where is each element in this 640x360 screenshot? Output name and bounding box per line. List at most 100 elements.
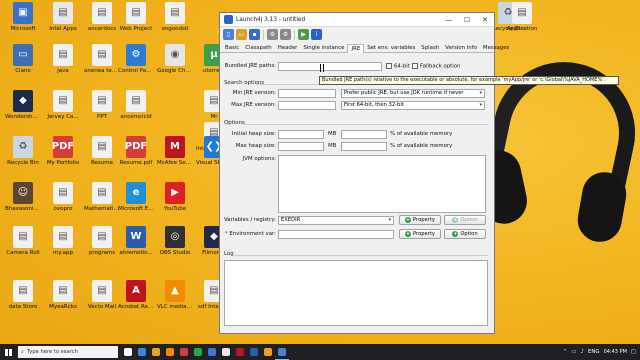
desktop-icon[interactable]: ▤ programs	[84, 226, 120, 256]
env-option-button[interactable]: + Option	[444, 229, 486, 239]
variables-registry-select[interactable]: EXEDIR ▾	[278, 216, 394, 225]
initial-heap-percent-input[interactable]	[341, 130, 387, 139]
new-icon[interactable]: ▯	[223, 29, 234, 40]
taskbar-app[interactable]	[261, 344, 275, 360]
chevron-up-icon[interactable]: ⌃	[563, 349, 568, 355]
desktop-icon[interactable]: ☺ Bhavasonic Kumar	[5, 182, 41, 212]
desktop-icon[interactable]: ◎ OBS Studio	[157, 226, 193, 256]
log-textarea[interactable]	[224, 260, 488, 326]
desktop-icon[interactable]: ▤ PPT	[84, 90, 120, 120]
desktop-icon[interactable]: ◉ Google Chrome	[157, 44, 193, 74]
taskbar-app[interactable]	[233, 344, 247, 360]
desktop-icon[interactable]: Wahremotio...	[118, 226, 154, 256]
taskbar-app[interactable]	[135, 344, 149, 360]
desktop-icon[interactable]: e Microsoft Edge	[118, 182, 154, 212]
tab-jre[interactable]: JRE	[347, 44, 365, 53]
desktop-icon[interactable]: ♻ Recycle Bin	[5, 136, 41, 166]
desktop-icon[interactable]: ⚙ Control Panel	[118, 44, 154, 74]
taskbar-app[interactable]	[149, 344, 163, 360]
desktop-icon[interactable]: ▤ Application	[504, 2, 540, 32]
build-icon[interactable]: ⚙	[280, 29, 291, 40]
desktop-icon[interactable]: A Acrobat Reader DC	[118, 280, 154, 310]
desktop-icon[interactable]: ▤ Web Project	[118, 2, 154, 32]
tab-set-env-variables[interactable]: Set env. variables	[364, 44, 418, 52]
desktop-icon[interactable]: ▣ Microsoft	[5, 2, 41, 32]
desktop-icon-image: ▤	[92, 280, 112, 302]
language-indicator[interactable]: ENG	[588, 349, 600, 355]
desktop-icon[interactable]: ▤ Resume	[84, 136, 120, 166]
add-property-button[interactable]: + Property	[399, 215, 441, 225]
taskbar-clock[interactable]: 04:43 PM	[604, 349, 627, 355]
tab-header[interactable]: Header	[275, 44, 301, 52]
desktop-icon[interactable]: ▤ Jarvey Ca...	[45, 90, 81, 120]
tab-version-info[interactable]: Version Info	[442, 44, 480, 52]
minimize-button[interactable]: —	[440, 13, 458, 26]
close-button[interactable]: ✕	[476, 13, 494, 26]
desktop-icon[interactable]: ▤ Mathematic Operations	[84, 182, 120, 212]
maximize-button[interactable]: ☐	[458, 13, 476, 26]
tab-splash[interactable]: Splash	[418, 44, 442, 52]
taskbar-search-box[interactable]: ⌕ Type here to search	[18, 346, 118, 358]
desktop-icon[interactable]: ▤ my.app	[45, 226, 81, 256]
run-icon[interactable]: ▶	[298, 29, 309, 40]
fallback-option-checkbox[interactable]: Fallback option	[412, 63, 460, 70]
desktop-icon[interactable]: ▤ java	[45, 44, 81, 74]
64bit-checkbox-box[interactable]	[386, 63, 392, 69]
desktop-icon[interactable]: PDF My Portfolio	[45, 136, 81, 166]
taskbar-app[interactable]	[191, 344, 205, 360]
fallback-option-checkbox-box[interactable]	[412, 63, 418, 69]
open-icon[interactable]: ▭	[236, 29, 247, 40]
start-button[interactable]	[0, 344, 16, 360]
desktop-icon[interactable]: ▤ data Store	[5, 280, 41, 310]
desktop-icon[interactable]: ▲ VLC media player	[157, 280, 193, 310]
about-icon[interactable]: i	[311, 29, 322, 40]
jvm-options-textarea[interactable]	[278, 155, 486, 213]
desktop-icon-label: My Portfolio	[46, 160, 80, 166]
initial-heap-input[interactable]	[278, 130, 324, 139]
desktop-icon[interactable]: ▤ ovopro	[45, 182, 81, 212]
save-icon[interactable]: ▪	[249, 29, 260, 40]
title-bar[interactable]: Launch4j 3.13 - untitled — ☐ ✕	[220, 13, 494, 27]
64bit-checkbox[interactable]: 64-bit	[386, 63, 410, 70]
environment-var-input[interactable]	[278, 230, 394, 239]
tab-classpath[interactable]: Classpath	[242, 44, 274, 52]
network-icon[interactable]: ▭	[571, 349, 576, 355]
settings-icon[interactable]: ⚙	[267, 29, 278, 40]
desktop-icon[interactable]: ▤ Vecto Mail	[84, 280, 120, 310]
architecture-select[interactable]: First 64-bit, then 32-bit ▾	[341, 101, 485, 110]
taskbar-app[interactable]	[121, 344, 135, 360]
env-property-button[interactable]: + Property	[399, 229, 441, 239]
desktop-icon[interactable]: M McAfee Security Scan	[157, 136, 193, 166]
desktop-icon[interactable]: ◆ Wondershare Filmora 9	[5, 90, 41, 120]
bundled-jre-input[interactable]	[278, 62, 382, 71]
desktop-icon[interactable]: ▤ Intel Apps	[45, 2, 81, 32]
desktop-icon[interactable]: ▤ ancemcicid	[118, 90, 154, 120]
taskbar-app[interactable]	[219, 344, 233, 360]
desktop-icon-label: data Store	[8, 304, 38, 310]
max-heap-percent-input[interactable]	[341, 142, 387, 151]
add-option-button-disabled[interactable]: + Option	[444, 215, 486, 225]
tab-messages[interactable]: Messages	[480, 44, 512, 52]
desktop-icon[interactable]: ▭ Ciano	[5, 44, 41, 74]
desktop-icon[interactable]: ▤ MyeaRcks	[45, 280, 81, 310]
desktop-icon[interactable]: ▤ ongoodsit	[157, 2, 193, 32]
taskbar-app[interactable]	[163, 344, 177, 360]
min-jre-input[interactable]	[278, 89, 336, 98]
tab-basic[interactable]: Basic	[222, 44, 242, 52]
taskbar-app[interactable]	[275, 344, 289, 360]
tab-single-instance[interactable]: Single instance	[300, 44, 347, 52]
taskbar-app[interactable]	[177, 344, 191, 360]
desktop-icon[interactable]: ▶ YouTube	[157, 182, 193, 212]
bundled-jre-tooltip: Bundled JRE path(s) relative to the exec…	[319, 76, 619, 85]
notifications-icon[interactable]: ▢	[631, 349, 636, 355]
volume-icon[interactable]: ♪	[581, 349, 584, 355]
desktop-icon[interactable]: PDF Resume.pdf	[118, 136, 154, 166]
desktop-icon[interactable]: ▤ ancerdocs	[84, 2, 120, 32]
taskbar-app[interactable]	[247, 344, 261, 360]
max-heap-input[interactable]	[278, 142, 324, 151]
desktop-icon[interactable]: ▤ Camera Roll	[5, 226, 41, 256]
jdk-preference-select[interactable]: Prefer public JRE, but use JDK runtime i…	[341, 89, 485, 98]
taskbar-app[interactable]	[205, 344, 219, 360]
desktop-icon[interactable]: ▤ anenea templates	[84, 44, 120, 74]
max-jre-input[interactable]	[278, 101, 336, 110]
